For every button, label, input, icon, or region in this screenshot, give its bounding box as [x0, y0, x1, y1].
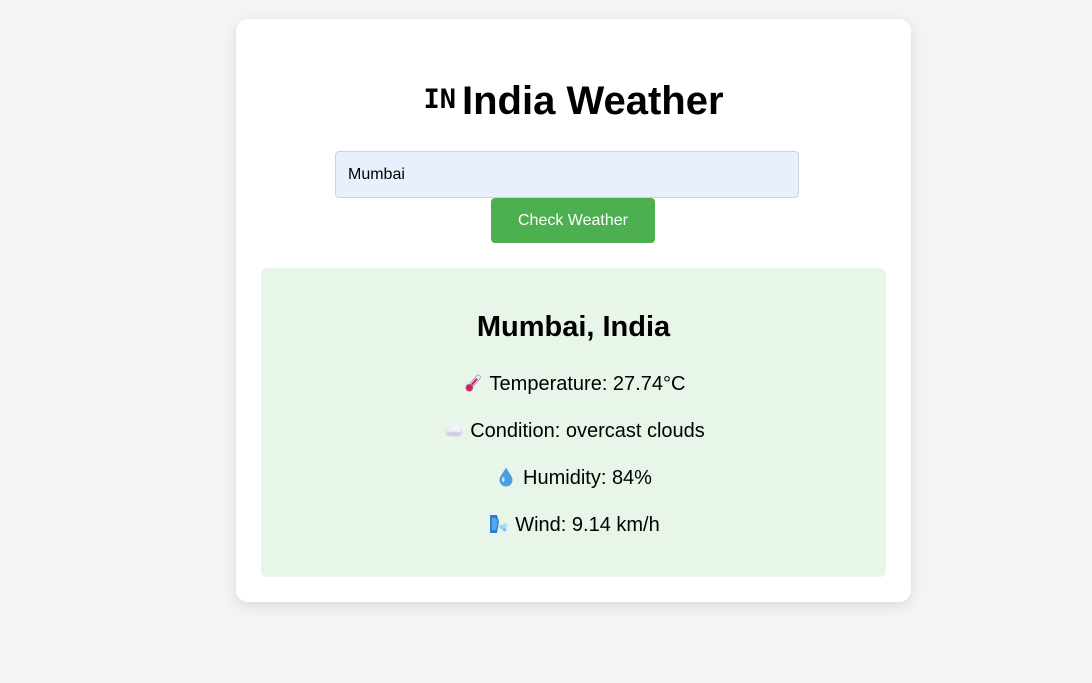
page-title: IN India Weather — [236, 79, 911, 125]
wind-text: Wind: 9.14 km/h — [515, 514, 660, 536]
city-heading: Mumbai, India — [476, 311, 671, 343]
wind-row: Wind: 9.14 km/h — [261, 513, 886, 537]
wind-face-icon — [487, 513, 509, 535]
india-flag-icon: IN — [423, 84, 456, 116]
humidity-row: Humidity: 84% — [261, 466, 886, 490]
city-search-input[interactable] — [335, 151, 799, 198]
temperature-text: Temperature: 27.74°C — [489, 373, 686, 395]
condition-row: Condition: overcast clouds — [261, 419, 886, 443]
thermometer-icon — [462, 372, 484, 394]
weather-result-panel: Mumbai, India Temperature: 27.74°C Condi… — [261, 268, 886, 577]
check-weather-button[interactable]: Check Weather — [491, 198, 655, 243]
humidity-text: Humidity: 84% — [523, 467, 652, 489]
weather-card: INIndia Weather Check Weather Mumbai, In… — [236, 19, 911, 602]
cloud-icon — [442, 419, 464, 441]
droplet-icon — [495, 466, 517, 488]
temperature-row: Temperature: 27.74°C — [261, 372, 886, 396]
page-title-text: India Weather — [461, 79, 724, 123]
condition-text: Condition: overcast clouds — [470, 420, 705, 442]
